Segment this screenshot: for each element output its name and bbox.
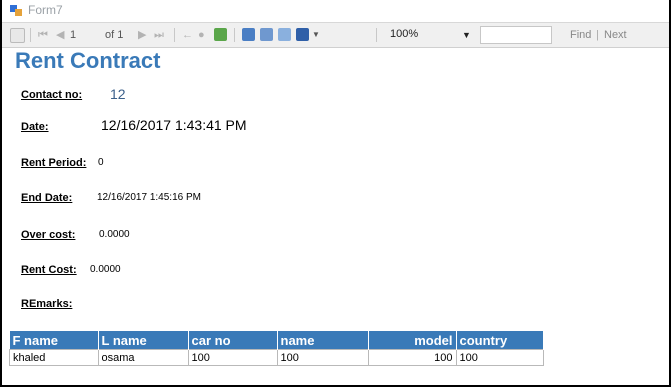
contract-no-value: 12 bbox=[110, 86, 126, 102]
column-header-country: country bbox=[456, 331, 544, 350]
rent-cost-label: Rent Cost: bbox=[21, 264, 77, 276]
cell-country: 100 bbox=[455, 349, 544, 366]
end-date-label: End Date: bbox=[21, 192, 73, 204]
export-dropdown-icon[interactable]: ▼ bbox=[312, 27, 320, 43]
document-map-icon[interactable] bbox=[10, 28, 25, 43]
toolbar-separator bbox=[376, 28, 377, 42]
back-icon[interactable]: ← bbox=[182, 27, 193, 43]
table-header-row: F name L name car no name model country bbox=[9, 331, 544, 350]
rent-period-label: Rent Period: bbox=[21, 157, 87, 169]
report-title: Rent Contract bbox=[15, 48, 161, 73]
find-input[interactable] bbox=[480, 26, 552, 44]
report-viewer-toolbar: ⏮ ◀ 1 of 1 ▶ ⏭ ← ● ▼ 100% ▼ Find | Next bbox=[2, 23, 669, 48]
first-page-icon[interactable]: ⏮ bbox=[38, 27, 48, 43]
date-value: 12/16/2017 1:43:41 PM bbox=[101, 117, 247, 133]
cell-last-name: osama bbox=[97, 349, 189, 366]
column-header-last-name: L name bbox=[98, 331, 189, 350]
contract-no-label: Contact no: bbox=[21, 89, 83, 101]
print-layout-icon[interactable] bbox=[260, 28, 273, 41]
over-cost-value: 0.0000 bbox=[99, 229, 130, 240]
window-border-left bbox=[0, 0, 2, 387]
print-icon[interactable] bbox=[242, 28, 255, 41]
find-separator: | bbox=[596, 29, 599, 41]
zoom-dropdown-icon[interactable]: ▼ bbox=[462, 27, 471, 43]
table-row: khaled osama 100 100 100 100 bbox=[9, 349, 544, 366]
rent-period-value: 0 bbox=[98, 157, 104, 168]
form-app-icon bbox=[10, 5, 22, 16]
column-header-first-name: F name bbox=[9, 331, 99, 350]
rental-details-table: F name L name car no name model country … bbox=[9, 331, 544, 366]
column-header-car-no: car no bbox=[188, 331, 278, 350]
column-header-model: model bbox=[368, 331, 457, 350]
cell-model: 100 bbox=[367, 349, 457, 366]
cell-name: 100 bbox=[276, 349, 369, 366]
find-link[interactable]: Find bbox=[570, 27, 591, 43]
cell-car-no: 100 bbox=[187, 349, 278, 366]
find-next-link[interactable]: Next bbox=[604, 27, 627, 43]
rent-cost-value: 0.0000 bbox=[90, 264, 121, 275]
window-titlebar: Form7 bbox=[2, 0, 669, 23]
previous-page-icon[interactable]: ◀ bbox=[56, 27, 64, 43]
end-date-value: 12/16/2017 1:45:16 PM bbox=[97, 192, 201, 203]
current-page-input[interactable]: 1 bbox=[70, 27, 100, 43]
stop-icon[interactable]: ● bbox=[198, 27, 205, 43]
toolbar-separator bbox=[30, 28, 31, 42]
page-setup-icon[interactable] bbox=[278, 28, 291, 41]
last-page-icon[interactable]: ⏭ bbox=[154, 27, 164, 43]
over-cost-label: Over cost: bbox=[21, 229, 76, 241]
date-label: Date: bbox=[21, 121, 49, 133]
column-header-name: name bbox=[277, 331, 369, 350]
cell-first-name: khaled bbox=[9, 349, 99, 366]
page-count-label: of 1 bbox=[105, 29, 124, 41]
refresh-icon[interactable] bbox=[214, 28, 227, 41]
export-icon[interactable] bbox=[296, 28, 309, 41]
toolbar-separator bbox=[174, 28, 175, 42]
next-page-icon[interactable]: ▶ bbox=[138, 27, 146, 43]
remarks-label: REmarks: bbox=[21, 298, 73, 310]
toolbar-separator bbox=[234, 28, 235, 42]
window-title: Form7 bbox=[28, 3, 63, 17]
